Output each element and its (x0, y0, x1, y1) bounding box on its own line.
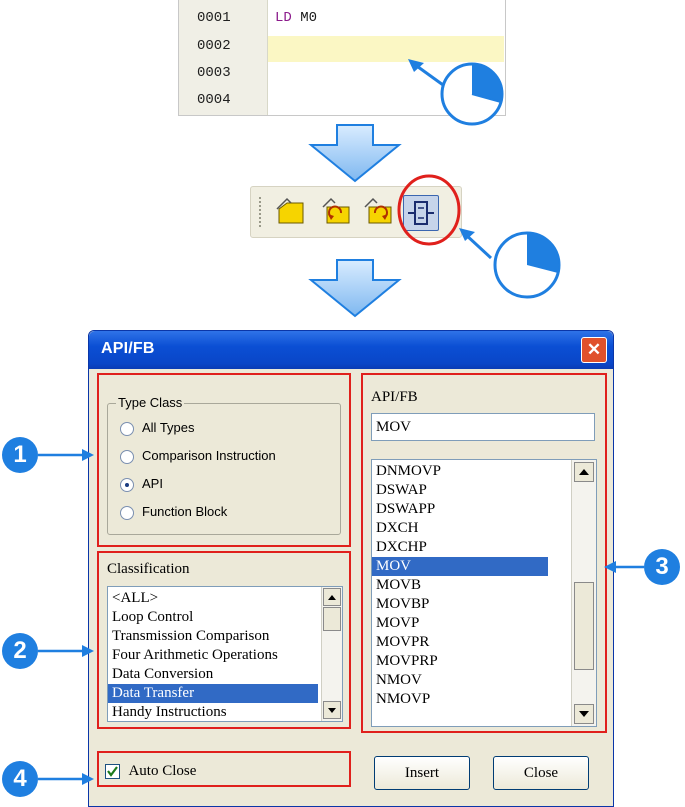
close-button[interactable]: Close (493, 756, 589, 790)
new-comment-button[interactable] (273, 195, 307, 229)
highlight-box-4 (97, 751, 351, 787)
line-number: 0003 (197, 65, 231, 81)
code-operand: M0 (300, 10, 318, 26)
line-number: 0002 (197, 38, 231, 54)
insert-button[interactable]: Insert (374, 756, 470, 790)
callout-marker-1: 1 (2, 437, 38, 473)
callout-marker-3: 3 (644, 549, 680, 585)
flow-down-arrow-icon (308, 259, 402, 318)
callout-arrow-icon (38, 773, 94, 785)
click-pointer-icon (408, 59, 504, 126)
api-fb-dialog: API/FB ✕ Type Class All Types Comparison… (88, 330, 614, 807)
line-number: 0004 (197, 92, 231, 108)
toolbar-grip[interactable] (259, 197, 264, 227)
dialog-titlebar[interactable]: API/FB ✕ (89, 331, 613, 369)
new-comment-icon (276, 197, 304, 224)
click-pointer-icon (459, 228, 561, 299)
redo-button[interactable] (361, 195, 395, 229)
undo-icon (322, 197, 350, 224)
highlight-box-1 (97, 373, 351, 547)
code-line-1: LD M0 (275, 10, 317, 26)
callout-marker-4: 4 (2, 761, 38, 797)
callout-marker-2: 2 (2, 633, 38, 669)
callout-arrow-icon (604, 561, 644, 573)
undo-button[interactable] (319, 195, 353, 229)
code-keyword: LD (275, 10, 292, 26)
line-number: 0001 (197, 10, 231, 26)
flow-down-arrow-icon (308, 124, 402, 183)
highlight-circle (397, 174, 461, 246)
dialog-title: API/FB (101, 340, 155, 357)
callout-arrow-icon (38, 449, 94, 461)
highlight-box-3 (361, 373, 607, 733)
callout-arrow-icon (38, 645, 94, 657)
close-icon[interactable]: ✕ (581, 337, 607, 363)
highlight-box-2 (97, 551, 351, 729)
redo-icon (364, 197, 392, 224)
line-number-gutter: 0001 0002 0003 0004 (179, 0, 268, 115)
